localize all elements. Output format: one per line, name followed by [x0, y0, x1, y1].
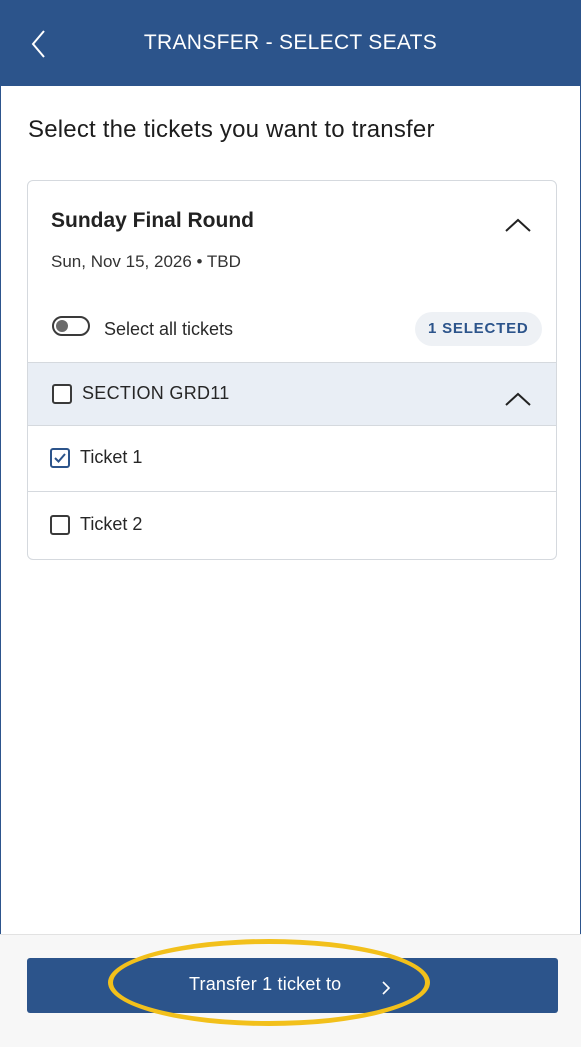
chevron-up-icon	[505, 218, 531, 232]
event-card: Sunday Final Round Sun, Nov 15, 2026 • T…	[27, 180, 557, 560]
ticket-label: Ticket 2	[80, 514, 143, 534]
top-app-bar: TRANSFER - SELECT SEATS	[0, 0, 581, 86]
transfer-button-label: Transfer 1 ticket to	[189, 974, 342, 994]
checkmark-icon	[54, 453, 66, 463]
selected-count-badge: 1 SELECTED	[415, 312, 542, 346]
collapse-section-button[interactable]	[498, 385, 538, 411]
section-row[interactable]: SECTION GRD11	[28, 362, 556, 426]
select-all-toggle[interactable]	[52, 316, 90, 336]
ticket-row[interactable]: Ticket 1	[28, 425, 556, 492]
section-label: SECTION GRD11	[82, 383, 230, 403]
page-title: TRANSFER - SELECT SEATS	[143, 31, 438, 54]
toggle-knob	[56, 320, 68, 332]
chevron-right-icon	[382, 981, 391, 995]
back-button[interactable]	[20, 22, 60, 66]
collapse-event-button[interactable]	[498, 211, 538, 237]
chevron-up-icon	[505, 392, 531, 406]
event-name: Sunday Final Round	[51, 209, 254, 232]
ticket-label: Ticket 1	[80, 447, 143, 467]
ticket-1-checkbox[interactable]	[50, 448, 70, 468]
section-checkbox[interactable]	[52, 384, 72, 404]
ticket-2-checkbox[interactable]	[50, 515, 70, 535]
chevron-left-icon	[31, 30, 45, 58]
select-all-label: Select all tickets	[104, 319, 234, 339]
transfer-button[interactable]: Transfer 1 ticket to	[27, 958, 558, 1013]
instructions-heading: Select the tickets you want to transfer	[28, 116, 435, 143]
ticket-row[interactable]: Ticket 2	[28, 492, 556, 558]
event-date: Sun, Nov 15, 2026 • TBD	[51, 252, 241, 271]
